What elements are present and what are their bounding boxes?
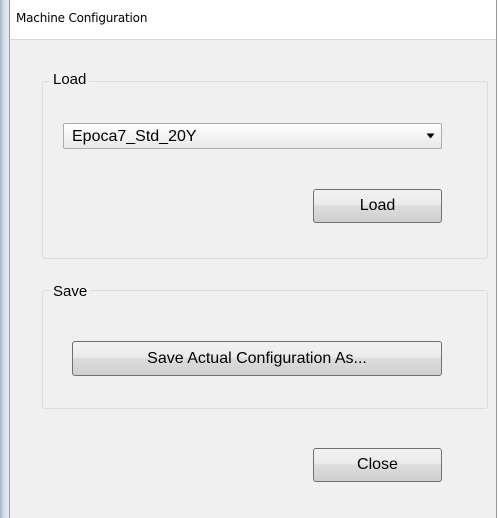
title-bar: Machine Configuration bbox=[10, 0, 496, 40]
save-configuration-as-button[interactable]: Save Actual Configuration As... bbox=[72, 341, 442, 376]
load-groupbox bbox=[42, 81, 488, 259]
configuration-select[interactable]: Epoca7_Std_20Y bbox=[63, 123, 442, 149]
dialog-title: Machine Configuration bbox=[16, 11, 148, 25]
configuration-select-value: Epoca7_Std_20Y bbox=[72, 128, 197, 145]
background-window-edge bbox=[0, 0, 9, 518]
machine-configuration-dialog: Machine Configuration Load Epoca7_Std_20… bbox=[9, 0, 497, 518]
close-button[interactable]: Close bbox=[313, 448, 442, 482]
chevron-down-icon bbox=[426, 133, 435, 139]
load-button[interactable]: Load bbox=[313, 189, 442, 223]
load-group-label: Load bbox=[50, 71, 90, 88]
save-group-label: Save bbox=[50, 283, 91, 300]
